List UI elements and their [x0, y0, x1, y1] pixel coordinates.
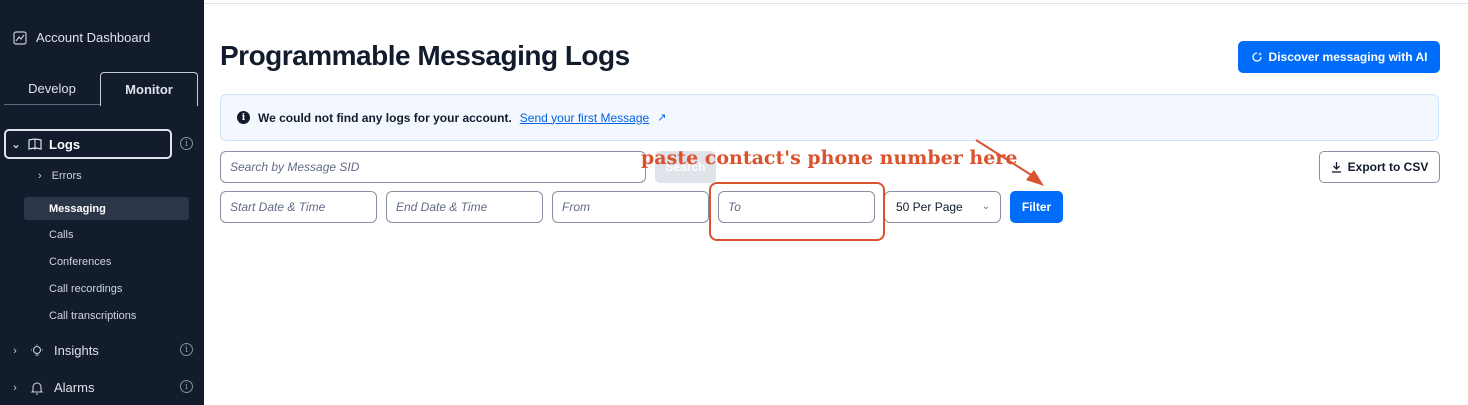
info-icon[interactable]: i: [180, 137, 193, 150]
chevron-down-icon: ⌄: [11, 138, 21, 151]
search-input[interactable]: Search by Message SID: [220, 151, 646, 183]
sidebar-item-messaging[interactable]: Messaging: [24, 197, 189, 220]
page-title: Programmable Messaging Logs: [220, 40, 630, 71]
sidebar-item-alarms[interactable]: › Alarms: [10, 380, 94, 395]
sidebar-item-errors[interactable]: › Errors: [38, 170, 82, 182]
sparkle-icon: [1251, 52, 1262, 62]
page: Account Dashboard Develop Monitor ⌄ Logs…: [0, 0, 1468, 405]
filter-button[interactable]: Filter: [1010, 191, 1063, 223]
bell-icon: [30, 381, 44, 395]
chevron-right-icon: ›: [13, 344, 17, 357]
from-input[interactable]: From: [552, 191, 709, 223]
sidebar-item-conferences[interactable]: Conferences: [49, 256, 111, 268]
sidebar-item-insights[interactable]: › Insights: [10, 343, 99, 358]
annotation-highlight-box: [709, 182, 885, 241]
info-icon[interactable]: i: [180, 380, 193, 393]
sidebar-item-alarms-label: Alarms: [54, 380, 95, 395]
chevron-right-icon: ›: [13, 381, 17, 394]
chevron-down-icon: ⌄: [981, 201, 990, 212]
account-dashboard-link[interactable]: Account Dashboard: [13, 30, 150, 45]
info-icon: i: [237, 111, 250, 124]
end-date-input[interactable]: End Date & Time: [386, 191, 543, 223]
external-link-icon: ↗: [657, 112, 667, 124]
sidebar-item-logs-label: Logs: [49, 136, 81, 152]
discover-ai-label: Discover messaging with AI: [1268, 50, 1428, 64]
banner-message: We could not find any logs for your acco…: [258, 110, 512, 125]
top-border: [204, 0, 1468, 4]
tab-monitor[interactable]: Monitor: [100, 72, 198, 106]
sidebar-item-insights-label: Insights: [54, 343, 99, 358]
sidebar-item-call-recordings[interactable]: Call recordings: [49, 283, 122, 295]
account-dashboard-label: Account Dashboard: [36, 30, 151, 45]
sidebar-tabs: Develop Monitor: [4, 72, 198, 106]
lightbulb-icon: [31, 344, 43, 356]
chevron-right-icon: ›: [38, 170, 42, 182]
per-page-value: 50 Per Page: [896, 200, 963, 214]
sidebar-item-errors-label: Errors: [51, 170, 82, 182]
send-first-message-link[interactable]: Send your first Message: [520, 111, 649, 125]
per-page-select[interactable]: 50 Per Page ⌄: [884, 191, 1001, 223]
book-icon: [28, 138, 42, 150]
sidebar-item-logs[interactable]: ⌄ Logs: [4, 129, 172, 159]
sidebar: Account Dashboard Develop Monitor ⌄ Logs…: [0, 0, 204, 405]
discover-ai-button[interactable]: Discover messaging with AI: [1238, 41, 1440, 73]
sidebar-item-call-transcriptions[interactable]: Call transcriptions: [49, 310, 136, 322]
export-csv-button[interactable]: Export to CSV: [1319, 151, 1440, 183]
export-csv-label: Export to CSV: [1347, 160, 1429, 174]
chart-icon: [13, 30, 27, 45]
tab-develop[interactable]: Develop: [4, 72, 100, 104]
annotation-text: paste contact's phone number here: [641, 147, 1018, 169]
start-date-input[interactable]: Start Date & Time: [220, 191, 377, 223]
info-banner: i We could not find any logs for your ac…: [220, 94, 1439, 141]
info-icon[interactable]: i: [180, 343, 193, 356]
sidebar-item-calls[interactable]: Calls: [49, 229, 73, 241]
download-icon: [1331, 162, 1341, 173]
